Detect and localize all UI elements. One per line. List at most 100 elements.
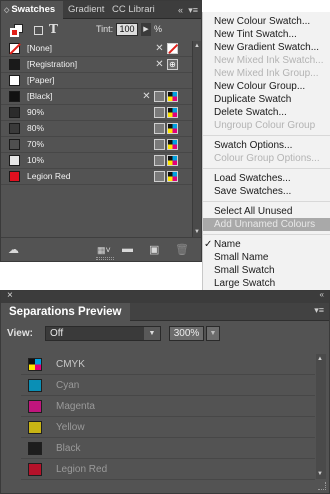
menu-item-label: Small Name <box>214 252 269 263</box>
swatch-row[interactable]: 90% <box>1 105 192 121</box>
menu-item[interactable]: New Colour Group... <box>203 80 330 93</box>
menu-item-label: New Mixed Ink Swatch... <box>214 55 324 66</box>
collapse-panels-icon[interactable]: « <box>178 1 183 19</box>
swatch-name: [None] <box>27 43 53 53</box>
menu-item-label: Ungroup Colour Group <box>214 120 316 131</box>
panel-menu-icon[interactable]: ▾≡ <box>314 305 324 316</box>
cmyk-mode-icon <box>167 155 178 166</box>
menu-separator <box>203 234 330 235</box>
view-label: View: <box>7 328 33 339</box>
menu-item-label: New Tint Swatch... <box>214 29 297 40</box>
swatches-footer: ☁ ▦˅ ▬ ▣ 🗑 <box>1 237 201 261</box>
separation-row[interactable]: CMYK <box>21 354 315 375</box>
separation-row[interactable]: Cyan <box>21 375 315 396</box>
tab-gradient[interactable]: Gradient <box>68 1 110 19</box>
swatch-row[interactable]: [None] ✕ <box>1 41 192 57</box>
collapse-panel-icon[interactable]: « <box>320 290 324 299</box>
menu-item-label: New Colour Swatch... <box>214 16 311 27</box>
swatch-chip <box>9 91 20 102</box>
swatch-row[interactable]: [Registration] ✕ ⊕ <box>1 57 192 73</box>
menu-item[interactable]: New Colour Swatch... <box>203 15 330 28</box>
scroll-down-icon[interactable]: ▼ <box>317 471 323 477</box>
separation-name: Legion Red <box>56 464 108 475</box>
menu-item[interactable]: Small Name <box>203 251 330 264</box>
view-select[interactable]: Off ▼ <box>45 326 161 341</box>
cloud-sync-icon[interactable]: ☁ <box>8 243 19 256</box>
swatch-row[interactable]: [Black] ✕ <box>1 89 192 105</box>
formatting-text-icon[interactable]: T <box>49 22 58 36</box>
none-color-icon <box>167 43 178 54</box>
swatch-row[interactable]: Legion Red <box>1 169 192 185</box>
registration-icon: ⊕ <box>167 59 178 70</box>
menu-item[interactable]: Delete Swatch... <box>203 106 330 119</box>
separation-row[interactable]: Black <box>21 438 315 459</box>
menu-item[interactable]: Load Swatches... <box>203 172 330 185</box>
swatch-chip <box>9 75 20 86</box>
show-swatch-kinds-icon[interactable]: ▦˅ <box>97 245 111 256</box>
separations-scrollbar[interactable]: ▲ ▼ <box>316 354 326 479</box>
menu-item[interactable]: Select All Unused <box>203 205 330 218</box>
new-swatch-icon[interactable]: ▣ <box>149 243 159 256</box>
process-color-icon <box>154 123 165 134</box>
swatch-row[interactable]: [Paper] <box>1 73 192 89</box>
separation-row[interactable]: Legion Red <box>21 459 315 480</box>
tint-label: Tint: <box>96 24 114 34</box>
menu-item[interactable]: Swatch Options... <box>203 139 330 152</box>
separation-row[interactable]: Yellow <box>21 417 315 438</box>
cmyk-mode-icon <box>167 171 178 182</box>
menu-item[interactable]: ✓ Name <box>203 238 330 251</box>
menu-item[interactable]: Small Swatch <box>203 264 330 277</box>
tint-input[interactable]: 100 <box>116 23 138 36</box>
chevron-down-icon[interactable]: ▼ <box>144 327 160 340</box>
tab-cc-libraries[interactable]: CC Librari <box>112 1 168 19</box>
menu-item[interactable]: Large Swatch <box>203 277 330 290</box>
ink-swatch <box>28 442 42 455</box>
swatch-row[interactable]: 70% <box>1 137 192 153</box>
swatch-chip <box>9 155 20 166</box>
tint-slider-arrow-icon[interactable]: ▶ <box>141 23 151 36</box>
swatch-name: [Paper] <box>27 75 55 85</box>
cmyk-mode-icon <box>167 107 178 118</box>
tab-separations-preview[interactable]: Separations Preview <box>1 303 130 321</box>
close-icon[interactable]: × <box>7 290 13 301</box>
menu-item[interactable]: New Gradient Swatch... <box>203 41 330 54</box>
fill-stroke-icon[interactable] <box>10 24 23 37</box>
zoom-chevron-down-icon[interactable]: ▼ <box>206 326 220 341</box>
scroll-up-icon[interactable]: ▲ <box>194 43 200 49</box>
menu-item: Colour Group Options... <box>203 152 330 165</box>
swatch-chip <box>9 43 20 54</box>
ink-swatch <box>28 463 42 476</box>
delete-swatch-icon[interactable]: 🗑 <box>175 243 189 256</box>
swatch-row[interactable]: 10% <box>1 153 192 169</box>
scroll-up-icon[interactable]: ▲ <box>317 356 323 362</box>
resize-grip-icon[interactable] <box>318 482 326 490</box>
tab-swatches[interactable]: ◇ Swatches <box>1 1 63 19</box>
menu-item: New Mixed Ink Group... <box>203 67 330 80</box>
separations-tab-bar: Separations Preview ▾≡ <box>1 303 329 321</box>
swatch-name: 70% <box>27 139 45 149</box>
panel-menu-icon[interactable]: ▾≡ <box>188 1 198 19</box>
menu-item[interactable]: New Tint Swatch... <box>203 28 330 41</box>
ink-swatch <box>28 421 42 434</box>
swatch-name: 80% <box>27 123 45 133</box>
formatting-container-icon[interactable] <box>34 26 43 35</box>
menu-item[interactable]: Save Swatches... <box>203 185 330 198</box>
swatch-name: [Registration] <box>27 59 78 69</box>
tab-gradient-label: Gradient <box>68 4 105 15</box>
menu-item-label: Colour Group Options... <box>214 153 320 164</box>
tab-swatches-label: Swatches <box>11 4 56 15</box>
menu-item[interactable]: Duplicate Swatch <box>203 93 330 106</box>
cmyk-mode-icon <box>167 91 178 102</box>
swatch-list-scrollbar[interactable]: ▲ ▼ <box>192 41 201 237</box>
fill-swatch[interactable] <box>10 28 19 37</box>
scroll-down-icon[interactable]: ▼ <box>194 229 200 235</box>
separation-row[interactable]: Magenta <box>21 396 315 417</box>
menu-item[interactable]: Add Unnamed Colours <box>203 218 330 231</box>
swatch-row[interactable]: 80% <box>1 121 192 137</box>
resize-grip-icon[interactable] <box>96 257 114 260</box>
menu-separator <box>203 168 330 169</box>
zoom-field[interactable]: 300% <box>169 326 204 341</box>
tab-cc-libraries-label: CC Librari <box>112 4 155 15</box>
swatch-name: 10% <box>27 155 45 165</box>
new-color-group-icon[interactable]: ▬ <box>122 243 133 255</box>
